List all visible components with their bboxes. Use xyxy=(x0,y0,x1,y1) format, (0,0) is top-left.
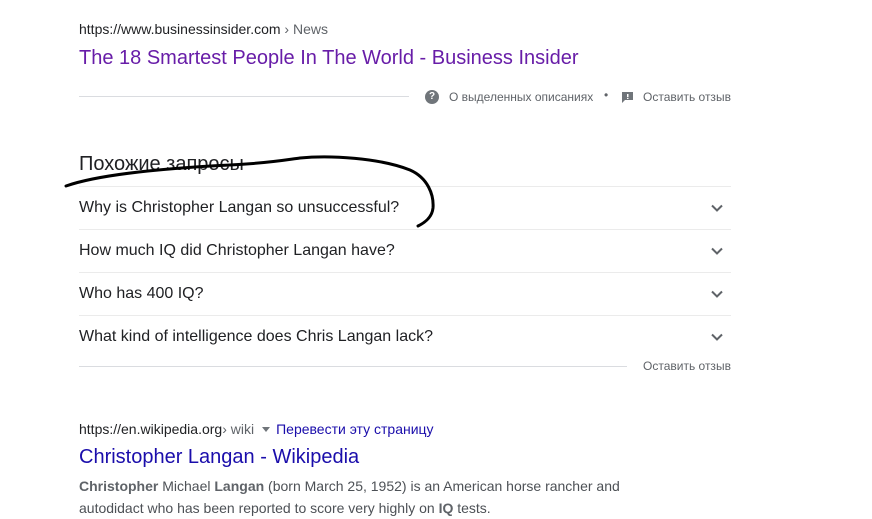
translate-page-link[interactable]: Перевести эту страницу xyxy=(276,420,433,438)
related-question-3[interactable]: Who has 400 IQ? xyxy=(79,272,731,315)
snippet-text: tests. xyxy=(453,500,491,516)
featured-separator: • xyxy=(604,88,609,102)
result1-title-link[interactable]: The 18 Smartest People In The World - Bu… xyxy=(79,45,579,71)
featured-feedback-link[interactable]: Оставить отзыв xyxy=(621,89,731,105)
chevron-down-icon xyxy=(711,204,723,212)
question-circle-icon: ? xyxy=(425,90,439,104)
related-question-text: Why is Christopher Langan so unsuccessfu… xyxy=(79,199,400,216)
featured-feedback-label: Оставить отзыв xyxy=(643,90,731,104)
snippet-bold-term: Langan xyxy=(214,478,265,494)
related-question-text: How much IQ did Christopher Langan have? xyxy=(79,242,395,259)
result2-snippet: Christopher Michael Langan (born March 2… xyxy=(79,475,639,519)
result2-cite-path: › wiki xyxy=(222,421,255,437)
related-divider xyxy=(79,366,627,367)
result2-cite: https://en.wikipedia.org › wiki Перевест… xyxy=(79,420,434,438)
related-question-4[interactable]: What kind of intelligence does Chris Lan… xyxy=(79,315,731,358)
result2-title-link[interactable]: Christopher Langan - Wikipedia xyxy=(79,444,359,470)
result1-cite-domain: https://www.businessinsider.com xyxy=(79,21,281,37)
caret-down-icon[interactable] xyxy=(262,426,271,432)
snippet-bold-term: IQ xyxy=(438,500,454,516)
featured-help-label: О выделенных описаниях xyxy=(449,90,594,104)
feedback-flag-icon xyxy=(622,91,633,103)
featured-divider xyxy=(79,96,409,97)
snippet-text: Michael xyxy=(158,478,215,494)
result1-cite-path: › News xyxy=(280,21,328,37)
related-question-1[interactable]: Why is Christopher Langan so unsuccessfu… xyxy=(79,186,731,229)
snippet-bold-term: Christopher xyxy=(79,478,159,494)
related-question-text: Who has 400 IQ? xyxy=(79,285,204,302)
related-question-text: What kind of intelligence does Chris Lan… xyxy=(79,328,433,345)
result1-cite: https://www.businessinsider.com › News xyxy=(79,20,328,38)
chevron-down-icon xyxy=(711,333,723,341)
result2-cite-domain: https://en.wikipedia.org xyxy=(79,421,223,437)
related-feedback-link[interactable]: Оставить отзыв xyxy=(643,358,731,374)
featured-help-link[interactable]: ? О выделенных описаниях xyxy=(425,89,593,105)
related-questions-heading: Похожие запросы xyxy=(79,153,244,175)
chevron-down-icon xyxy=(711,290,723,298)
related-question-2[interactable]: How much IQ did Christopher Langan have? xyxy=(79,229,731,272)
chevron-down-icon xyxy=(711,247,723,255)
